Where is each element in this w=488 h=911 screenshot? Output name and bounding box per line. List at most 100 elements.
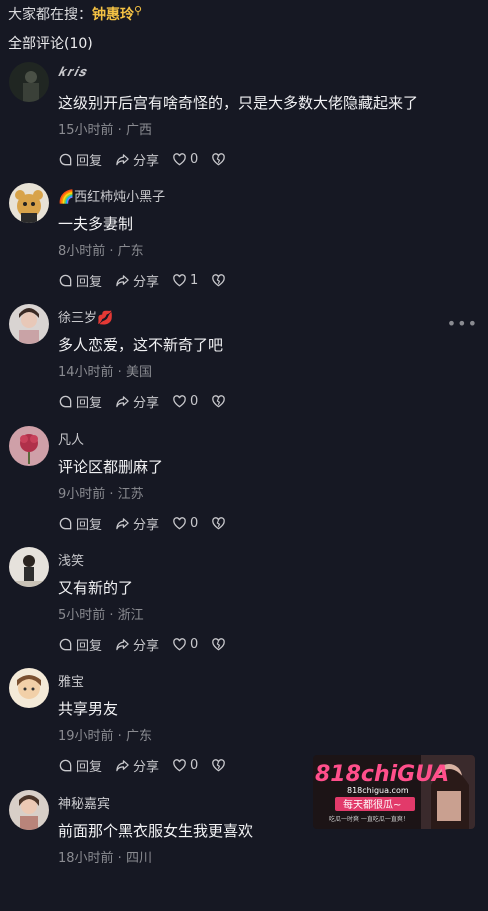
comment-item: 🌈西红柿炖小黑子 一夫多妻制 8小时前 · 广东 回复 分享 1 (0, 183, 488, 304)
dislike-button[interactable] (211, 273, 229, 288)
like-count: 1 (190, 272, 199, 288)
reply-label: 回复 (76, 638, 103, 654)
comment-meta: 5小时前 · 浙江 (58, 608, 144, 623)
share-icon (116, 517, 129, 529)
reply-icon (59, 638, 72, 650)
comment-text: 多人恋爱，这不新奇了吧 (58, 336, 224, 354)
comment-item: 徐三岁💋 ••• 多人恋爱，这不新奇了吧 14小时前 · 美国 回复 分享 0 (0, 304, 488, 425)
share-button[interactable]: 分享 (115, 635, 159, 654)
like-count: 0 (190, 393, 199, 409)
like-button[interactable]: 0 (172, 394, 198, 409)
more-options-button[interactable]: ••• (447, 314, 478, 333)
reply-icon (59, 153, 72, 165)
reply-icon (59, 759, 72, 771)
comment-meta: 14小时前 · 美国 (58, 365, 152, 380)
reply-label: 回复 (76, 759, 103, 775)
avatar[interactable] (9, 62, 49, 102)
avatar[interactable] (9, 547, 49, 587)
comment-actions: 回复 分享 0 (58, 392, 242, 411)
search-suggestion[interactable]: 大家都在搜：钟惠玲⚲ (8, 4, 142, 24)
heart-icon (173, 152, 186, 165)
heart-icon (173, 516, 186, 529)
comment-meta: 19小时前 · 广东 (58, 729, 152, 744)
reply-label: 回复 (76, 274, 103, 290)
share-label: 分享 (133, 395, 160, 411)
ad-banner[interactable]: 818chiGUA 818chigua.com 每天都很瓜~ 吃瓜一时爽 一直吃… (313, 755, 475, 829)
like-button[interactable]: 0 (172, 758, 198, 773)
avatar[interactable] (9, 790, 49, 830)
search-keyword[interactable]: 钟惠玲 (92, 7, 134, 23)
broken-heart-icon (212, 152, 226, 165)
comment-actions: 回复 分享 0 (58, 756, 242, 775)
broken-heart-icon (212, 273, 226, 286)
like-button[interactable]: 1 (172, 273, 198, 288)
like-button[interactable]: 0 (172, 637, 198, 652)
comment-text: 评论区都删麻了 (58, 458, 164, 476)
heart-icon (173, 273, 186, 286)
search-prefix: 大家都在搜： (8, 7, 92, 23)
avatar[interactable] (9, 183, 49, 223)
avatar[interactable] (9, 426, 49, 466)
username[interactable]: 凡人 (58, 429, 84, 448)
username[interactable]: 浅笑 (58, 550, 84, 569)
reply-button[interactable]: 回复 (58, 271, 102, 290)
ad-tagline: 吃瓜一时爽 一直吃瓜一直爽！ (329, 815, 409, 823)
reply-label: 回复 (76, 395, 103, 411)
comment-actions: 回复 分享 0 (58, 150, 242, 169)
ad-domain: 818chigua.com (347, 786, 409, 795)
comment-meta: 9小时前 · 江苏 (58, 487, 144, 502)
dislike-button[interactable] (211, 152, 229, 167)
reply-button[interactable]: 回复 (58, 635, 102, 654)
broken-heart-icon (212, 758, 226, 771)
broken-heart-icon (212, 637, 226, 650)
share-label: 分享 (133, 153, 160, 169)
search-icon: ⚲ (134, 4, 143, 17)
dislike-button[interactable] (211, 758, 229, 773)
share-button[interactable]: 分享 (115, 150, 159, 169)
reply-icon (59, 517, 72, 529)
like-count: 0 (190, 151, 199, 167)
heart-icon (173, 637, 186, 650)
comment-actions: 回复 分享 0 (58, 514, 242, 533)
share-icon (116, 153, 129, 165)
username[interactable]: 神秘嘉宾 (58, 793, 110, 812)
comment-item: 凡人 评论区都删麻了 9小时前 · 江苏 回复 分享 0 (0, 426, 488, 547)
like-button[interactable]: 0 (172, 152, 198, 167)
share-button[interactable]: 分享 (115, 271, 159, 290)
share-icon (116, 395, 129, 407)
reply-button[interactable]: 回复 (58, 514, 102, 533)
comments-count-title: 全部评论(10) (8, 36, 93, 52)
reply-button[interactable]: 回复 (58, 756, 102, 775)
share-button[interactable]: 分享 (115, 756, 159, 775)
username[interactable]: 𝒌𝒓𝒊𝒔 (58, 65, 86, 80)
broken-heart-icon (212, 516, 226, 529)
share-icon (116, 638, 129, 650)
like-button[interactable]: 0 (172, 516, 198, 531)
share-button[interactable]: 分享 (115, 514, 159, 533)
share-label: 分享 (133, 638, 160, 654)
reply-button[interactable]: 回复 (58, 150, 102, 169)
heart-icon (173, 758, 186, 771)
share-icon (116, 274, 129, 286)
reply-icon (59, 395, 72, 407)
username[interactable]: 雅宝 (58, 671, 84, 690)
ad-graphic: 818chiGUA 818chigua.com 每天都很瓜~ 吃瓜一时爽 一直吃… (313, 755, 475, 829)
ad-brand: 818chiGUA (315, 762, 449, 787)
share-button[interactable]: 分享 (115, 392, 159, 411)
comment-text: 又有新的了 (58, 579, 134, 597)
dislike-button[interactable] (211, 394, 229, 409)
comment-text: 一夫多妻制 (58, 215, 134, 233)
share-label: 分享 (133, 274, 160, 290)
avatar[interactable] (9, 304, 49, 344)
dislike-button[interactable] (211, 637, 229, 652)
comment-item: 𝒌𝒓𝒊𝒔 这级别开后宫有啥奇怪的，只是大多数大佬隐藏起来了 15小时前 · 广西… (0, 62, 488, 183)
like-count: 0 (190, 515, 199, 531)
share-icon (116, 759, 129, 771)
username[interactable]: 🌈西红柿炖小黑子 (58, 186, 165, 205)
avatar[interactable] (9, 668, 49, 708)
reply-button[interactable]: 回复 (58, 392, 102, 411)
username[interactable]: 徐三岁💋 (58, 307, 113, 326)
comment-actions: 回复 分享 1 (58, 271, 242, 290)
dislike-button[interactable] (211, 516, 229, 531)
comment-meta: 18小时前 · 四川 (58, 851, 152, 866)
